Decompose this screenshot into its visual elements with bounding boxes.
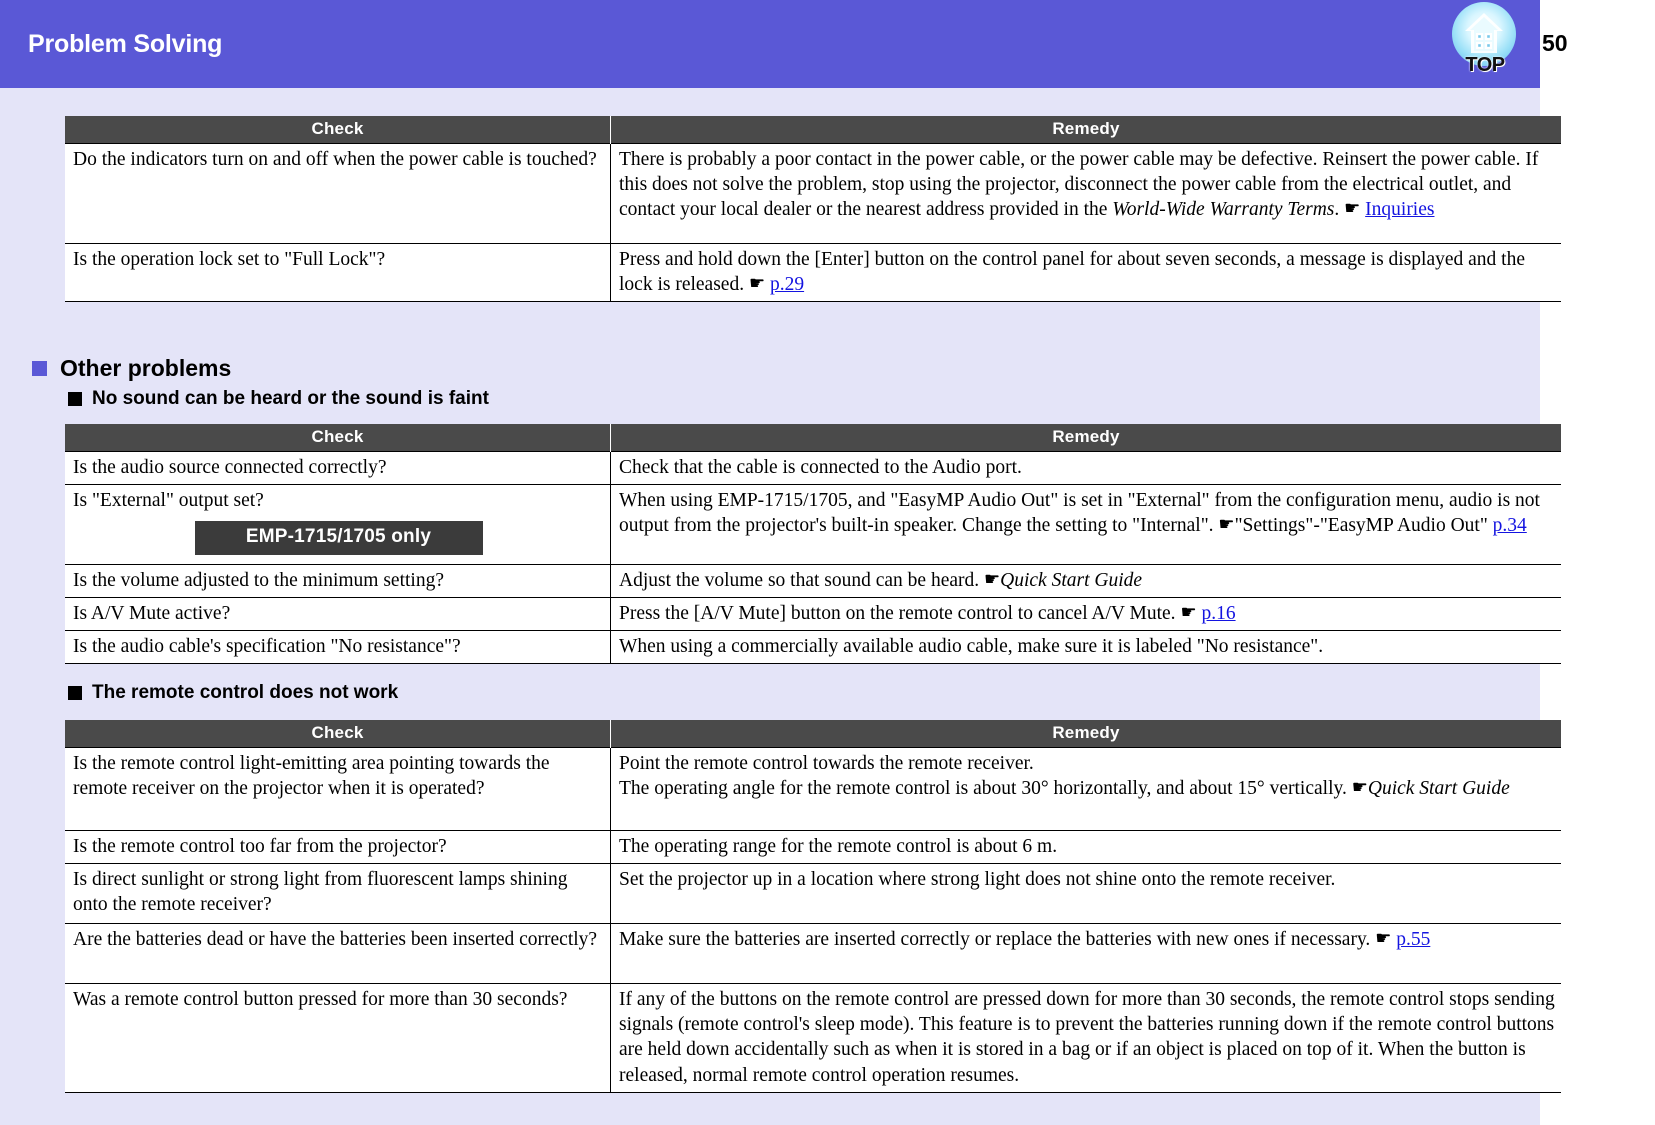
column-header-check: Check bbox=[65, 424, 611, 452]
remedy-text: Adjust the volume so that sound can be h… bbox=[619, 569, 985, 591]
cross-reference-link[interactable]: Inquiries bbox=[1365, 199, 1434, 220]
column-header-check: Check bbox=[65, 720, 611, 748]
page-number: 50 bbox=[1542, 30, 1568, 56]
remedy-cell: Press the [A/V Mute] button on the remot… bbox=[610, 596, 1561, 632]
check-cell: Is the operation lock set to "Full Lock"… bbox=[65, 242, 611, 303]
remedy-cell: Set the projector up in a location where… bbox=[610, 863, 1561, 925]
pointing-hand-icon: ☛ bbox=[1344, 198, 1361, 219]
remedy-italic: World-Wide Warranty Terms bbox=[1112, 199, 1335, 221]
table-header-row: Check Remedy bbox=[65, 116, 1561, 144]
check-cell: Is the volume adjusted to the minimum se… bbox=[65, 563, 611, 598]
remedy-cell: There is probably a poor contact in the … bbox=[610, 143, 1561, 244]
subsection-heading-remote-control: The remote control does not work bbox=[68, 682, 398, 704]
table-row: Is the remote control too far from the p… bbox=[65, 829, 1561, 865]
table-row: Is the remote control light-emitting are… bbox=[65, 747, 1561, 831]
section-heading-other-problems: Other problems bbox=[32, 355, 231, 382]
table-header-row: Check Remedy bbox=[65, 424, 1561, 452]
table-header-row: Check Remedy bbox=[65, 720, 1561, 748]
remedy-cell: Adjust the volume so that sound can be h… bbox=[610, 563, 1561, 598]
pointing-hand-icon: ☛ bbox=[748, 273, 766, 294]
table-row: Was a remote control button pressed for … bbox=[65, 983, 1561, 1093]
column-header-remedy: Remedy bbox=[610, 720, 1561, 748]
pointing-hand-icon: ☛ bbox=[984, 568, 1001, 589]
table-row: Is A/V Mute active? Press the [A/V Mute]… bbox=[65, 596, 1561, 632]
top-button[interactable]: TOP bbox=[1452, 2, 1516, 86]
check-cell: Do the indicators turn on and off when t… bbox=[65, 143, 611, 244]
cross-reference-link[interactable]: p.29 bbox=[770, 274, 804, 295]
remedy-cell: Point the remote control towards the rem… bbox=[610, 747, 1561, 831]
cross-reference-link[interactable]: p.16 bbox=[1201, 603, 1235, 624]
remedy-italic: Quick Start Guide bbox=[1000, 569, 1143, 591]
subsection-heading-label: The remote control does not work bbox=[92, 682, 399, 703]
square-bullet-icon bbox=[68, 392, 82, 406]
check-cell: Is the remote control too far from the p… bbox=[65, 829, 611, 865]
remedy-cell: Make sure the batteries are inserted cor… bbox=[610, 923, 1561, 985]
section-heading-label: Other problems bbox=[60, 355, 232, 381]
pointing-hand-icon: ☛ bbox=[1375, 928, 1392, 949]
pointing-hand-icon: ☛ bbox=[1180, 601, 1197, 622]
cross-reference-link[interactable]: p.34 bbox=[1493, 515, 1527, 536]
check-cell: Is the audio source connected correctly? bbox=[65, 450, 611, 486]
check-cell: Is direct sunlight or strong light from … bbox=[65, 863, 611, 925]
check-cell: Is A/V Mute active? bbox=[65, 596, 611, 632]
model-restriction-badge: EMP-1715/1705 only bbox=[194, 521, 483, 555]
table-row: Is "External" output set? EMP-1715/1705 … bbox=[65, 484, 1561, 565]
square-bullet-icon bbox=[32, 361, 47, 376]
top-icon-label: TOP bbox=[1465, 54, 1505, 76]
remedy-text: Press the [A/V Mute] button on the remot… bbox=[619, 602, 1181, 624]
remedy-cell: The operating range for the remote contr… bbox=[610, 829, 1561, 865]
table-row: Is the volume adjusted to the minimum se… bbox=[65, 563, 1561, 598]
column-header-remedy: Remedy bbox=[610, 424, 1561, 452]
pointing-hand-icon: ☛ bbox=[1218, 514, 1235, 535]
check-cell: Is the audio cable's specification "No r… bbox=[65, 630, 611, 665]
check-cell: Are the batteries dead or have the batte… bbox=[65, 923, 611, 985]
subsection-heading-no-sound: No sound can be heard or the sound is fa… bbox=[68, 388, 489, 410]
remedy-cell: If any of the buttons on the remote cont… bbox=[610, 983, 1561, 1093]
column-header-remedy: Remedy bbox=[610, 116, 1561, 144]
page-header: Problem Solving TOP 50 bbox=[0, 0, 1655, 88]
check-cell: Was a remote control button pressed for … bbox=[65, 983, 611, 1093]
remote-control-problems-table: Check Remedy Is the remote control light… bbox=[65, 720, 1561, 1093]
indicator-problems-table: Check Remedy Do the indicators turn on a… bbox=[65, 116, 1561, 303]
page-title: Problem Solving bbox=[28, 30, 223, 58]
table-row: Do the indicators turn on and off when t… bbox=[65, 143, 1561, 244]
table-row: Is the operation lock set to "Full Lock"… bbox=[65, 242, 1561, 303]
check-text: Is "External" output set? bbox=[73, 490, 264, 512]
remedy-italic: Quick Start Guide bbox=[1367, 778, 1510, 800]
cross-reference-link[interactable]: p.55 bbox=[1396, 929, 1430, 950]
check-cell: Is "External" output set? EMP-1715/1705 … bbox=[65, 484, 611, 565]
square-bullet-icon bbox=[68, 686, 82, 700]
table-row: Is the audio source connected correctly?… bbox=[65, 450, 1561, 486]
remedy-text: Make sure the batteries are inserted cor… bbox=[619, 929, 1376, 951]
remedy-cell: When using a commercially available audi… bbox=[610, 630, 1561, 665]
remedy-line-1: Point the remote control towards the rem… bbox=[619, 753, 1034, 774]
home-icon bbox=[1465, 13, 1503, 53]
check-cell: Is the remote control light-emitting are… bbox=[65, 747, 611, 831]
no-sound-problems-table: Check Remedy Is the audio source connect… bbox=[65, 424, 1561, 665]
header-color-band bbox=[0, 0, 1540, 88]
table-row: Is the audio cable's specification "No r… bbox=[65, 630, 1561, 665]
remedy-text-mid: "Settings"-"EasyMP Audio Out" bbox=[1234, 515, 1493, 537]
table-row: Are the batteries dead or have the batte… bbox=[65, 923, 1561, 985]
remedy-cell: When using EMP-1715/1705, and "EasyMP Au… bbox=[610, 484, 1561, 565]
table-row: Is direct sunlight or strong light from … bbox=[65, 863, 1561, 925]
remedy-line-2: The operating angle for the remote contr… bbox=[619, 778, 1352, 800]
remedy-text-mid: . bbox=[1334, 199, 1345, 221]
pointing-hand-icon: ☛ bbox=[1351, 777, 1368, 798]
column-header-check: Check bbox=[65, 116, 611, 144]
subsection-heading-label: No sound can be heard or the sound is fa… bbox=[92, 388, 489, 409]
remedy-cell: Check that the cable is connected to the… bbox=[610, 450, 1561, 486]
remedy-cell: Press and hold down the [Enter] button o… bbox=[610, 242, 1561, 303]
